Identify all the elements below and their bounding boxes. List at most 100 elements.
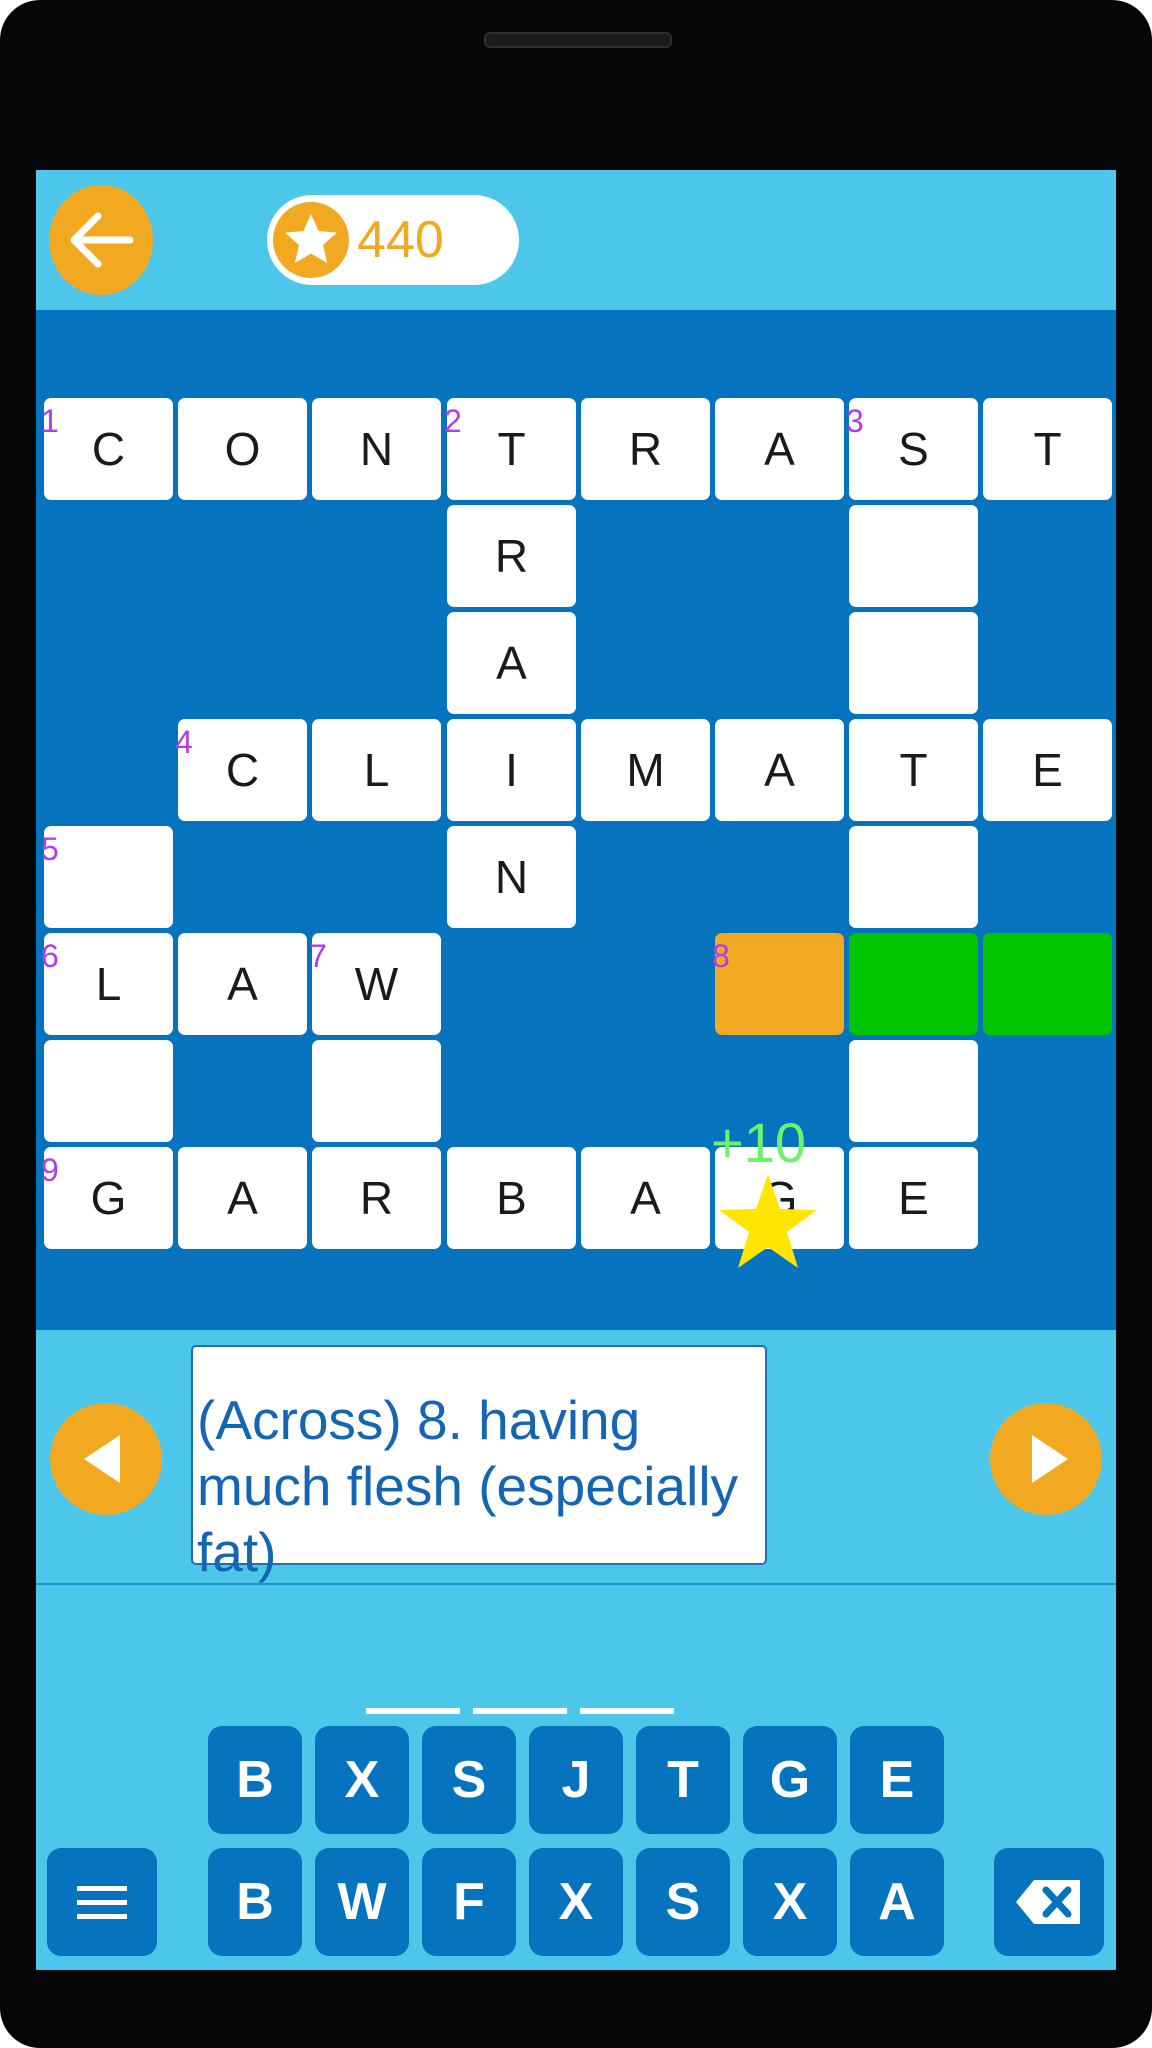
crossword-cell[interactable]: A bbox=[178, 1147, 307, 1249]
cell-letter: N bbox=[494, 851, 529, 903]
clue-text: (Across) 8. having much flesh (especiall… bbox=[191, 1345, 767, 1583]
cell-letter: E bbox=[898, 1172, 929, 1224]
cell-letter: S bbox=[898, 423, 929, 475]
crossword-cell[interactable]: 1C bbox=[41, 398, 173, 500]
next-clue-button[interactable] bbox=[990, 1403, 1102, 1515]
crossword-cell[interactable]: T bbox=[983, 398, 1112, 500]
cell-letter: R bbox=[628, 423, 663, 475]
crossword-cell[interactable] bbox=[312, 1040, 441, 1142]
previous-clue-button[interactable] bbox=[50, 1403, 162, 1515]
letter-key[interactable]: S bbox=[422, 1726, 516, 1834]
letter-key[interactable]: G bbox=[743, 1726, 837, 1834]
crossword-cell[interactable]: A bbox=[178, 933, 307, 1035]
crossword-cell[interactable]: 5 bbox=[41, 826, 173, 928]
crossword-cell[interactable]: N bbox=[447, 826, 576, 928]
cell-letter: A bbox=[764, 744, 795, 796]
letter-key[interactable]: S bbox=[636, 1848, 730, 1956]
cell-letter: A bbox=[227, 958, 258, 1010]
letter-key[interactable]: F bbox=[422, 1848, 516, 1956]
star-icon bbox=[273, 202, 349, 278]
cell-letter: T bbox=[1033, 423, 1062, 475]
crossword-cell-selected[interactable]: 8 bbox=[712, 933, 844, 1035]
cell-letter bbox=[312, 1040, 441, 1142]
crossword-cell[interactable]: R bbox=[312, 1147, 441, 1249]
letter-key[interactable]: B bbox=[208, 1848, 302, 1956]
clue-bar: (Across) 8. having much flesh (especiall… bbox=[36, 1330, 1116, 1585]
crossword-cell[interactable]: 3S bbox=[846, 398, 978, 500]
letter-key[interactable]: X bbox=[743, 1848, 837, 1956]
crossword-cell[interactable]: E bbox=[849, 1147, 978, 1249]
crossword-cell[interactable]: 4C bbox=[175, 719, 307, 821]
crossword-cell[interactable]: R bbox=[581, 398, 710, 500]
crossword-cell[interactable] bbox=[849, 505, 978, 607]
cell-letter: N bbox=[359, 423, 394, 475]
hamburger-menu-icon bbox=[77, 1886, 127, 1919]
letter-key[interactable]: B bbox=[208, 1726, 302, 1834]
crossword-cell[interactable]: L bbox=[312, 719, 441, 821]
letter-key[interactable]: E bbox=[850, 1726, 944, 1834]
answer-slots bbox=[366, 1708, 674, 1714]
crossword-grid: 1C O N 2T R A 3S T R A 4C L I M A T E 5 N 6L A 7W 8 9G A R B A G E bbox=[36, 310, 1116, 1330]
cell-letter: R bbox=[359, 1172, 394, 1224]
crossword-cell[interactable]: A bbox=[581, 1147, 710, 1249]
answer-slot bbox=[473, 1708, 567, 1714]
crossword-cell[interactable]: E bbox=[983, 719, 1112, 821]
letter-key[interactable]: X bbox=[529, 1848, 623, 1956]
letter-key[interactable]: A bbox=[850, 1848, 944, 1956]
crossword-cell[interactable]: R bbox=[447, 505, 576, 607]
top-bar: 440 bbox=[36, 170, 1116, 310]
cell-letter: A bbox=[630, 1172, 661, 1224]
cell-letter bbox=[849, 826, 978, 928]
crossword-cell[interactable] bbox=[849, 826, 978, 928]
cell-letter bbox=[849, 1040, 978, 1142]
crossword-cell-highlighted[interactable] bbox=[849, 933, 978, 1035]
crossword-cell[interactable]: A bbox=[447, 612, 576, 714]
crossword-cell[interactable]: A bbox=[715, 719, 844, 821]
cell-letter: T bbox=[899, 744, 928, 796]
reward-star-icon bbox=[719, 1174, 817, 1268]
cell-letter bbox=[849, 505, 978, 607]
delete-button[interactable] bbox=[994, 1848, 1104, 1956]
crossword-cell[interactable]: M bbox=[581, 719, 710, 821]
cell-letter bbox=[44, 1040, 173, 1142]
letter-key[interactable]: J bbox=[529, 1726, 623, 1834]
cell-letter: I bbox=[505, 744, 518, 796]
crossword-cell[interactable]: 7W bbox=[309, 933, 441, 1035]
back-button[interactable] bbox=[49, 185, 153, 295]
crossword-cell[interactable] bbox=[44, 1040, 173, 1142]
crossword-cell[interactable]: 9G bbox=[41, 1147, 173, 1249]
cell-letter: B bbox=[496, 1172, 527, 1224]
crossword-cell[interactable]: I bbox=[447, 719, 576, 821]
crossword-cell-highlighted[interactable] bbox=[983, 933, 1112, 1035]
crossword-cell[interactable]: B bbox=[447, 1147, 576, 1249]
crossword-cell[interactable]: 2T bbox=[444, 398, 576, 500]
letter-key[interactable]: W bbox=[315, 1848, 409, 1956]
cell-letter: W bbox=[354, 958, 399, 1010]
backspace-icon bbox=[1016, 1880, 1080, 1924]
crossword-cell[interactable]: N bbox=[312, 398, 441, 500]
cell-letter: A bbox=[764, 423, 795, 475]
cell-letter: C bbox=[91, 423, 126, 475]
crossword-cell[interactable]: A bbox=[715, 398, 844, 500]
answer-slot bbox=[366, 1708, 460, 1714]
letter-key[interactable]: T bbox=[636, 1726, 730, 1834]
cell-letter: R bbox=[494, 530, 529, 582]
letter-key[interactable]: X bbox=[315, 1726, 409, 1834]
crossword-cell[interactable]: O bbox=[178, 398, 307, 500]
crossword-cell[interactable]: T bbox=[849, 719, 978, 821]
triangle-right-icon bbox=[1032, 1435, 1068, 1483]
crossword-cell[interactable] bbox=[849, 1040, 978, 1142]
cell-letter bbox=[849, 933, 978, 1035]
score-display: 440 bbox=[267, 195, 519, 285]
cell-letter: L bbox=[363, 744, 390, 796]
crossword-cell[interactable] bbox=[849, 612, 978, 714]
cell-letter bbox=[983, 933, 1112, 1035]
cell-letter: C bbox=[225, 744, 260, 796]
menu-button[interactable] bbox=[47, 1848, 157, 1956]
answer-slot bbox=[580, 1708, 674, 1714]
cell-letter: E bbox=[1032, 744, 1063, 796]
crossword-cell[interactable]: 6L bbox=[41, 933, 173, 1035]
cell-letter: G bbox=[90, 1172, 127, 1224]
cell-letter: M bbox=[626, 744, 665, 796]
cell-letter bbox=[715, 933, 844, 1035]
